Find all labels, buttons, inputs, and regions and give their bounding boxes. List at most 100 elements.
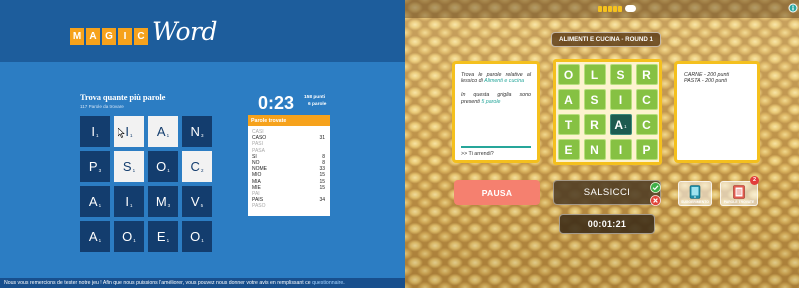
mouse-cursor-icon (118, 128, 125, 138)
divider (461, 146, 531, 148)
tile-letter: S (616, 67, 625, 82)
letter-tile[interactable]: L (583, 64, 606, 85)
letter-tile[interactable]: I (609, 139, 632, 160)
tile-letter: L (590, 67, 599, 82)
current-word-field[interactable]: SALSICCI (553, 180, 661, 205)
tile-points: 1 (201, 238, 204, 243)
info-icon[interactable] (788, 3, 798, 13)
game-header: MAGIC Word (0, 0, 405, 62)
tile-points: 2 (200, 168, 204, 173)
hint-button[interactable]: SUGGERIMENTO (678, 181, 712, 206)
magic-word-game: MAGIC Word Trova quante più parole 117 P… (0, 0, 405, 288)
notebook-icon (733, 185, 745, 199)
feedback-end: . (343, 280, 345, 286)
questionnaire-link[interactable]: questionnaire (312, 280, 343, 286)
letter-tile[interactable]: M3 (148, 186, 178, 217)
check-icon[interactable] (650, 182, 661, 193)
letter-tile[interactable]: E (557, 139, 580, 160)
surrender-link[interactable]: >> Ti arrendi? (461, 151, 494, 157)
tile-letter: C (642, 92, 651, 107)
tile-letter: P (88, 159, 98, 174)
logo-letter: G (102, 28, 116, 45)
letter-tile[interactable]: O1 (114, 221, 144, 252)
letter-tile[interactable]: A1 (80, 221, 110, 252)
letter-tile[interactable]: C (635, 89, 658, 110)
words-found-count: 6 parole (308, 102, 327, 107)
found-word: PASTA - 200 punti (684, 78, 727, 85)
elapsed-timer: 00:01:21 (559, 214, 655, 234)
tile-letter: A (156, 124, 166, 139)
letter-tile[interactable]: R (583, 114, 606, 135)
countdown-timer: 0:23 (258, 93, 295, 113)
letter-tile[interactable]: O1 (148, 151, 178, 182)
letter-tile[interactable]: C2 (182, 151, 212, 182)
tile-letter: N (190, 124, 200, 139)
letter-tile[interactable]: O (557, 64, 580, 85)
letter-grid: OLSRASICTRA1CENIP (553, 59, 662, 165)
tile-letter: I (91, 124, 96, 139)
letter-tile[interactable]: A1 (80, 186, 110, 217)
letter-tile[interactable]: S (583, 89, 606, 110)
letter-tile[interactable]: O1 (182, 221, 212, 252)
pause-button[interactable]: PAUSA (454, 180, 540, 205)
word-count-value: 5 parole (481, 98, 501, 105)
letter-tile[interactable]: V5 (182, 186, 212, 217)
instructions-text: Trova le parole relative al lessico di A… (461, 72, 531, 84)
found-word-score: 15 (319, 184, 325, 191)
found-word-score: 31 (319, 135, 325, 142)
letter-tile[interactable]: I (609, 89, 632, 110)
logo-letter: C (134, 28, 148, 45)
letter-tile[interactable]: E1 (148, 221, 178, 252)
found-words-header: Parole trovate (248, 115, 330, 126)
tile-letter: S (122, 159, 132, 174)
score-total: 158 punti (304, 95, 326, 100)
tile-letter: P (642, 142, 651, 157)
tile-letter: I (618, 92, 623, 107)
tile-points: 1 (166, 238, 170, 243)
tile-points: 1 (98, 203, 102, 208)
found-words-label: PAROLE TROVATE (723, 200, 755, 204)
tile-points: 1 (167, 168, 170, 173)
letter-tile[interactable]: A1 (148, 116, 178, 147)
tile-points: 1 (132, 168, 136, 173)
found-words-panel: Parole trovate CASI CASO 31 PASI PASA SI 8 NO 8 N… (248, 115, 330, 216)
top-bar (405, 0, 799, 18)
tile-points: 1 (98, 238, 102, 243)
letter-tile[interactable]: A (557, 89, 580, 110)
letter-tile[interactable]: N3 (182, 116, 212, 147)
tile-points: 3 (98, 168, 102, 173)
letter-tile[interactable]: S (609, 64, 632, 85)
letter-tile[interactable]: C (635, 114, 658, 135)
letter-tile[interactable]: S1 (114, 151, 144, 182)
hint-label: SUGGERIMENTO (681, 200, 709, 204)
tile-points: 1 (96, 133, 99, 138)
tile-points: 1 (130, 203, 133, 208)
tile-letter: M (155, 194, 167, 209)
letter-tile[interactable]: T (557, 114, 580, 135)
tile-points: 3 (200, 133, 204, 138)
letter-tile[interactable]: I1 (80, 116, 110, 147)
words-to-find: 117 Parole da trovare (80, 104, 124, 109)
notification-badge: 2 (750, 176, 759, 185)
found-words-card: CARNE - 200 punti PASTA - 200 punti (674, 61, 760, 163)
word-count-text: In questa griglia sono presenti 5 parole (461, 92, 531, 104)
tile-points: 3 (167, 203, 171, 208)
letter-tile[interactable]: P (635, 139, 658, 160)
letter-grid: I1I1A1N3P3S1O1C2A1I1M3V5A1O1E1O1 (80, 116, 212, 252)
found-word-score: 34 (319, 197, 325, 204)
letter-tile[interactable]: P3 (80, 151, 110, 182)
logo-letter: M (70, 28, 84, 45)
tile-letter: N (590, 142, 599, 157)
letter-tile[interactable]: N (583, 139, 606, 160)
tile-letter: I (125, 124, 130, 139)
feedback-text: Nous vous remercions de tester notre jeu… (4, 280, 313, 286)
logo-letter: I (118, 28, 132, 45)
letter-tile[interactable]: R (635, 64, 658, 85)
tile-letter: O (563, 67, 574, 82)
tile-letter: C (190, 159, 200, 174)
close-icon[interactable] (650, 195, 661, 206)
letter-tile[interactable]: A1 (609, 114, 632, 135)
tile-letter: A (88, 194, 98, 209)
tile-letter: C (642, 117, 651, 132)
letter-tile[interactable]: I1 (114, 186, 144, 217)
